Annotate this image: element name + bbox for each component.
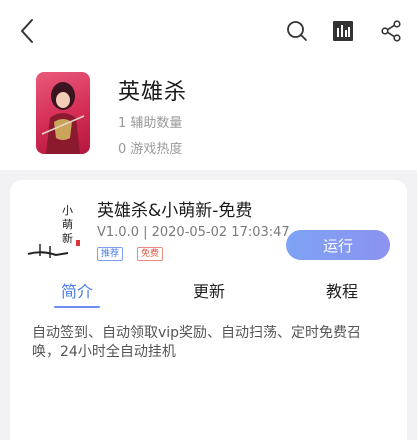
- stats-button[interactable]: [328, 16, 358, 46]
- search-icon: [287, 21, 307, 41]
- game-character-image: [41, 82, 85, 154]
- script-card: 小 萌 新 英雄杀&小萌新-免费 V1.0.0 | 2020-05-02 17:…: [10, 180, 407, 440]
- script-title: 英雄杀&小萌新-免费: [97, 201, 253, 221]
- svg-text:小: 小: [62, 204, 73, 217]
- active-tab-indicator: [54, 306, 100, 308]
- back-button[interactable]: [12, 16, 42, 46]
- chevron-left-icon: [21, 19, 33, 43]
- game-heat: 0 游戏热度: [118, 142, 183, 157]
- tag-recommended: 推荐: [97, 247, 124, 261]
- tag-free: 免费: [137, 247, 164, 261]
- calligraphy-image: 小 萌 新: [27, 204, 80, 258]
- svg-text:新: 新: [62, 231, 73, 245]
- tab-update[interactable]: 更新: [193, 278, 225, 302]
- tab-intro[interactable]: 简介: [61, 278, 93, 302]
- share-icon: [381, 20, 401, 42]
- app-icon: [36, 72, 90, 154]
- run-button[interactable]: 运行: [286, 230, 390, 260]
- search-button[interactable]: [282, 16, 312, 46]
- app-name: 英雄杀: [118, 80, 188, 105]
- script-description: 自动签到、自动领取vip奖励、自动扫荡、定时免费召唤，24小时全自动挂机: [32, 325, 362, 360]
- tab-bar: 简介 更新 教程: [10, 276, 407, 312]
- assist-count: 1 辅助数量: [118, 116, 183, 131]
- script-thumbnail: 小 萌 新: [24, 200, 88, 262]
- script-version-date: V1.0.0 | 2020-05-02 17:03:47: [97, 225, 290, 240]
- tab-tutorial[interactable]: 教程: [326, 278, 358, 302]
- share-button[interactable]: [376, 16, 406, 46]
- bar-chart-icon: [333, 21, 353, 41]
- svg-text:萌: 萌: [62, 217, 73, 231]
